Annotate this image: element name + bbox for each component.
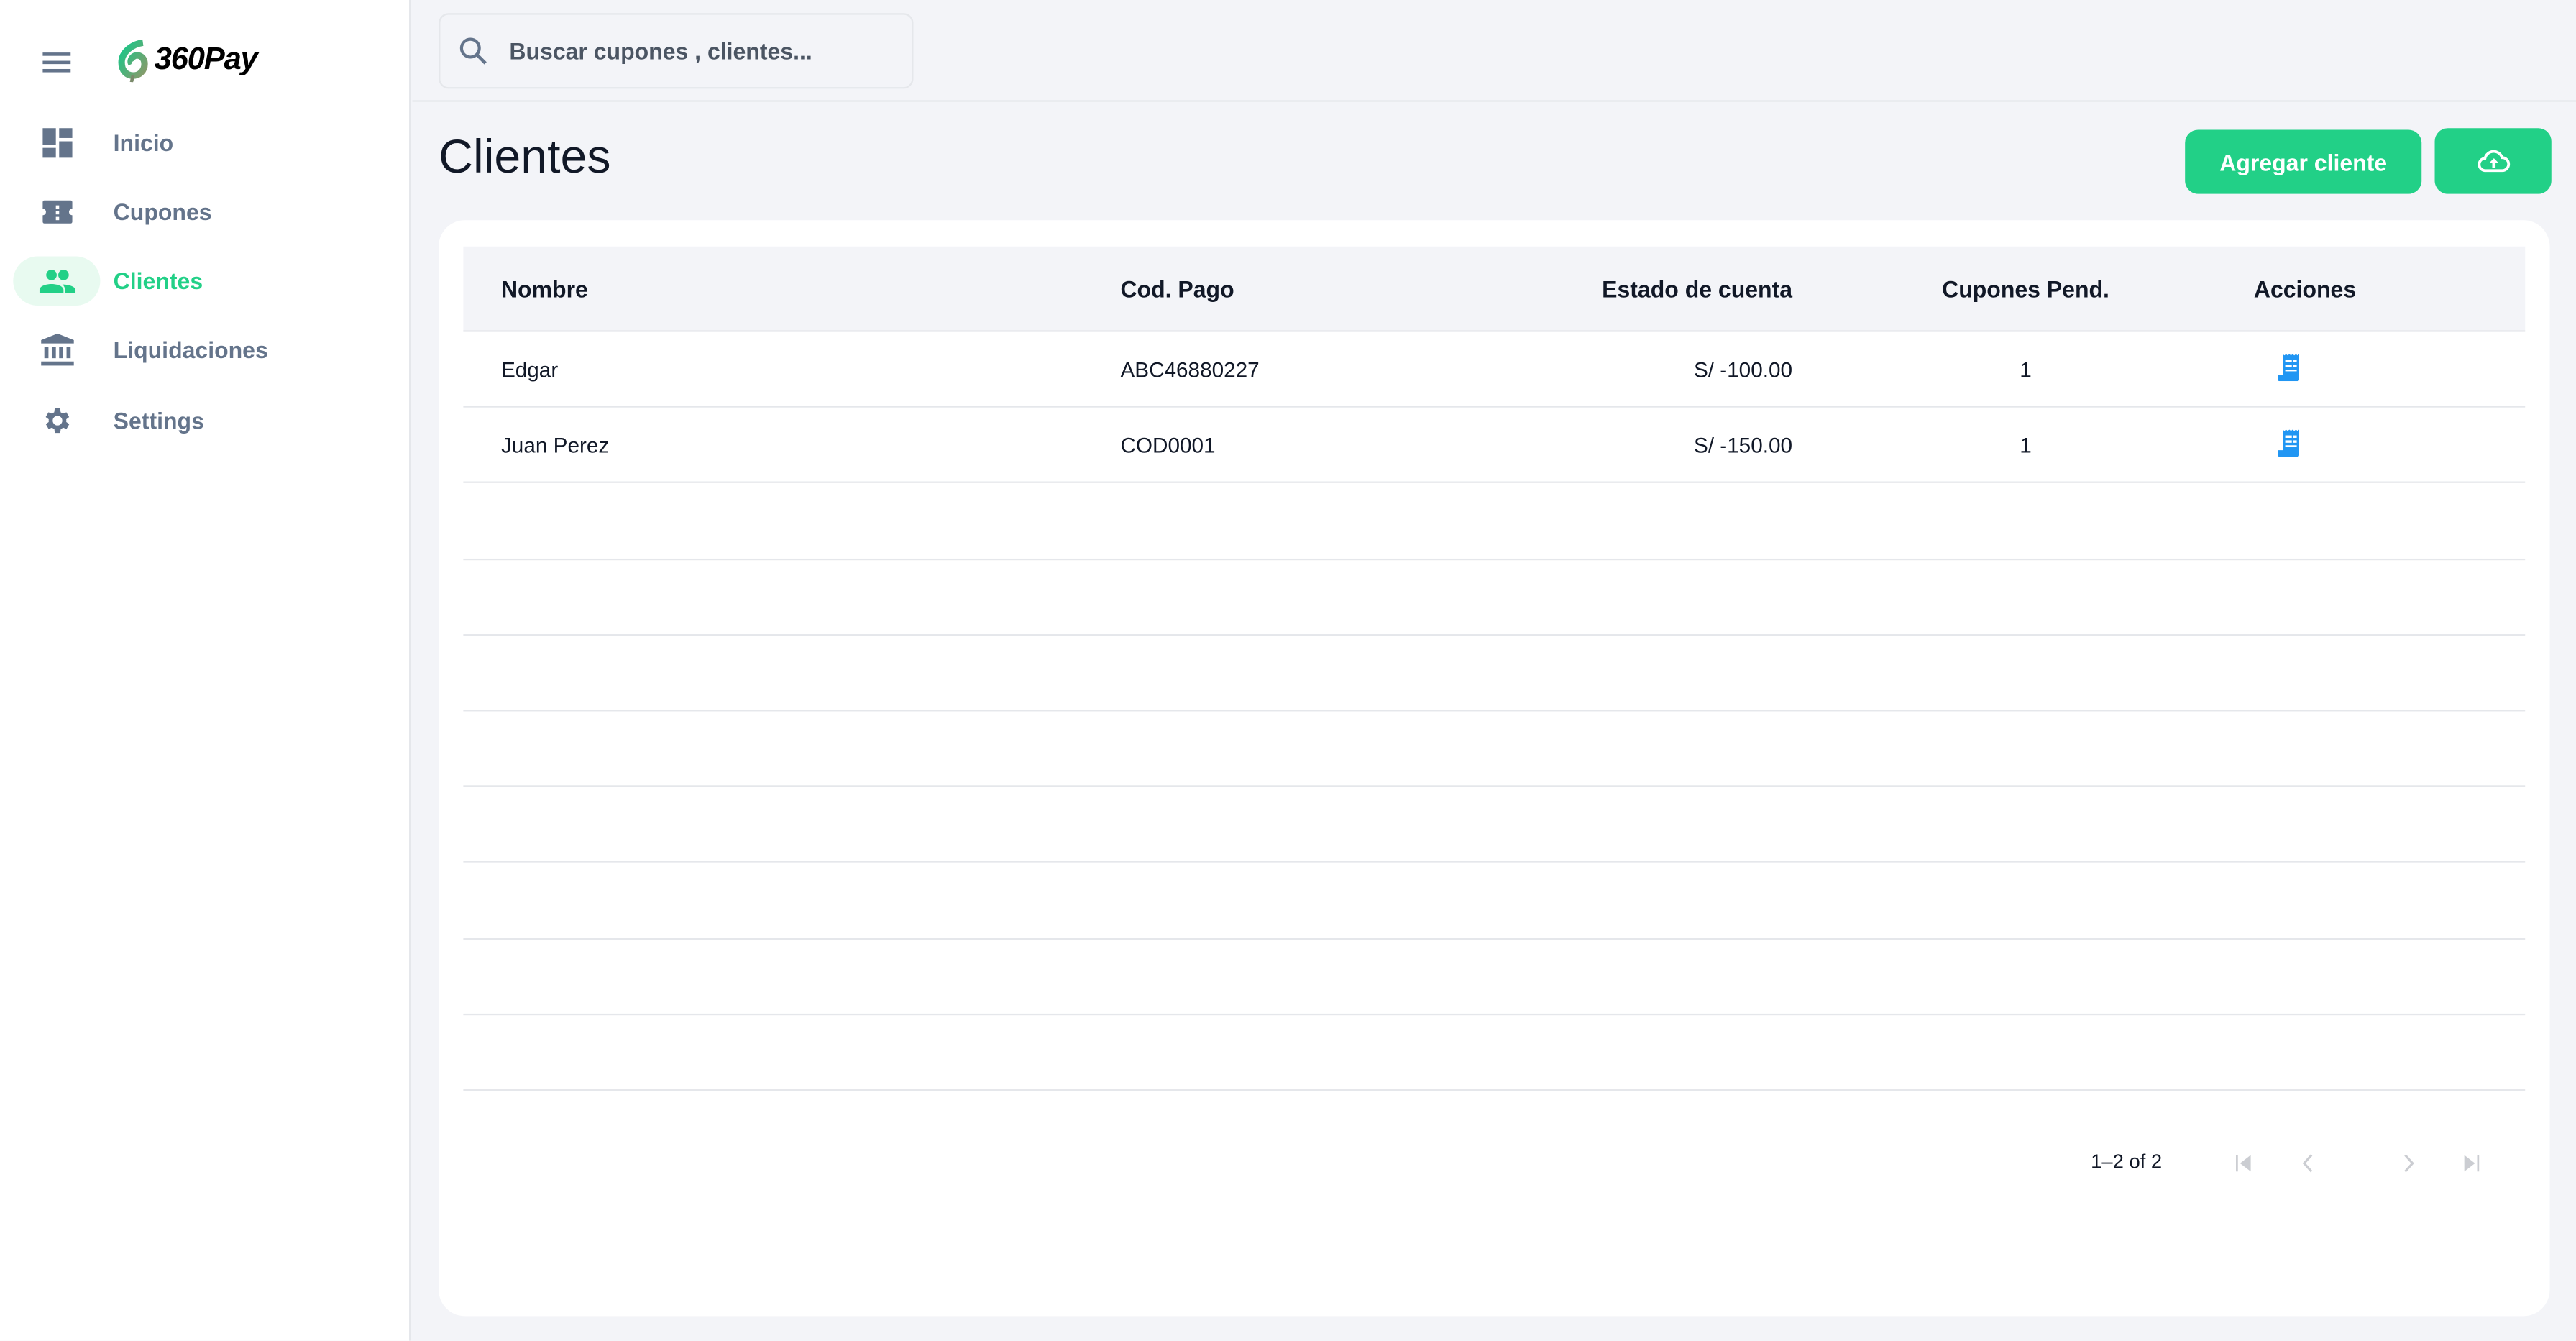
gear-icon: [40, 403, 75, 439]
cell-nombre: Edgar: [500, 357, 559, 382]
cell-cod-pago: COD0001: [1120, 432, 1216, 457]
menu-icon[interactable]: [42, 52, 71, 74]
header-estado[interactable]: Estado de cuenta: [1602, 275, 1792, 302]
table-row[interactable]: Edgar ABC46880227 S/ -100.00 1: [463, 332, 2526, 408]
empty-row: [463, 484, 2526, 560]
prev-page-icon[interactable]: [2295, 1150, 2321, 1177]
cell-estado: S/ -150.00: [1693, 432, 1793, 457]
search-icon: [459, 37, 487, 65]
sidebar-item-cupones[interactable]: Cupones: [13, 186, 391, 238]
empty-row: [463, 559, 2526, 636]
empty-row: [463, 1015, 2526, 1091]
sidebar-item-inicio[interactable]: Inicio: [13, 116, 391, 169]
sidebar-item-settings[interactable]: Settings: [13, 394, 391, 447]
sidebar-item-label: Clientes: [113, 267, 203, 295]
search-box[interactable]: [439, 13, 914, 89]
empty-row: [463, 863, 2526, 939]
header-acciones: Acciones: [2253, 275, 2357, 302]
empty-row: [463, 787, 2526, 864]
clients-table: Nombre Cod. Pago Estado de cuenta Cupone…: [463, 246, 2526, 1173]
header-cupones[interactable]: Cupones Pend.: [1942, 275, 2109, 302]
receipt-icon[interactable]: [2278, 429, 2302, 462]
ticket-icon: [40, 194, 75, 230]
sidebar-item-liquidaciones[interactable]: Liquidaciones: [13, 324, 391, 376]
sidebar-item-label: Liquidaciones: [113, 337, 268, 364]
upload-button[interactable]: [2434, 128, 2552, 194]
empty-row: [463, 636, 2526, 712]
dashboard-icon: [40, 125, 75, 161]
people-icon: [39, 263, 76, 299]
first-page-icon[interactable]: [2231, 1150, 2258, 1177]
clients-card: Nombre Cod. Pago Estado de cuenta Cupone…: [439, 220, 2550, 1317]
empty-row: [463, 711, 2526, 787]
pagination-info: 1–2 of 2: [2091, 1150, 2163, 1173]
receipt-icon[interactable]: [2278, 352, 2302, 385]
logo: 360Pay: [118, 39, 258, 83]
empty-row: [463, 939, 2526, 1015]
next-page-icon[interactable]: [2396, 1150, 2422, 1177]
bank-icon: [40, 332, 75, 368]
table-row[interactable]: Juan Perez COD0001 S/ -150.00 1: [463, 408, 2526, 484]
cell-cod-pago: ABC46880227: [1120, 357, 1260, 382]
page-title: Clientes: [439, 131, 611, 184]
cell-cupones: 1: [2020, 432, 2032, 457]
header-nombre[interactable]: Nombre: [501, 275, 588, 302]
cell-nombre: Juan Perez: [500, 432, 610, 457]
header-cod-pago[interactable]: Cod. Pago: [1120, 275, 1234, 302]
cell-estado: S/ -100.00: [1693, 357, 1793, 382]
sidebar: 360Pay Inicio Cupones Clientes Liquidaci…: [0, 0, 411, 1341]
sidebar-item-clientes[interactable]: Clientes: [13, 255, 391, 307]
cell-cupones: 1: [2020, 357, 2032, 382]
search-input[interactable]: [509, 37, 887, 65]
last-page-icon[interactable]: [2458, 1150, 2485, 1177]
brand-name: 360Pay: [154, 42, 258, 78]
sidebar-item-label: Cupones: [113, 198, 212, 226]
add-client-button[interactable]: Agregar cliente: [2185, 129, 2422, 194]
cloud-upload-icon: [2477, 150, 2509, 173]
top-bar: [412, 0, 2576, 102]
sidebar-item-label: Inicio: [113, 129, 174, 157]
sidebar-item-label: Settings: [113, 407, 204, 434]
table-header: Nombre Cod. Pago Estado de cuenta Cupone…: [463, 246, 2526, 332]
logo-mark-icon: [118, 39, 148, 83]
pagination: 1–2 of 2: [463, 1150, 2525, 1177]
